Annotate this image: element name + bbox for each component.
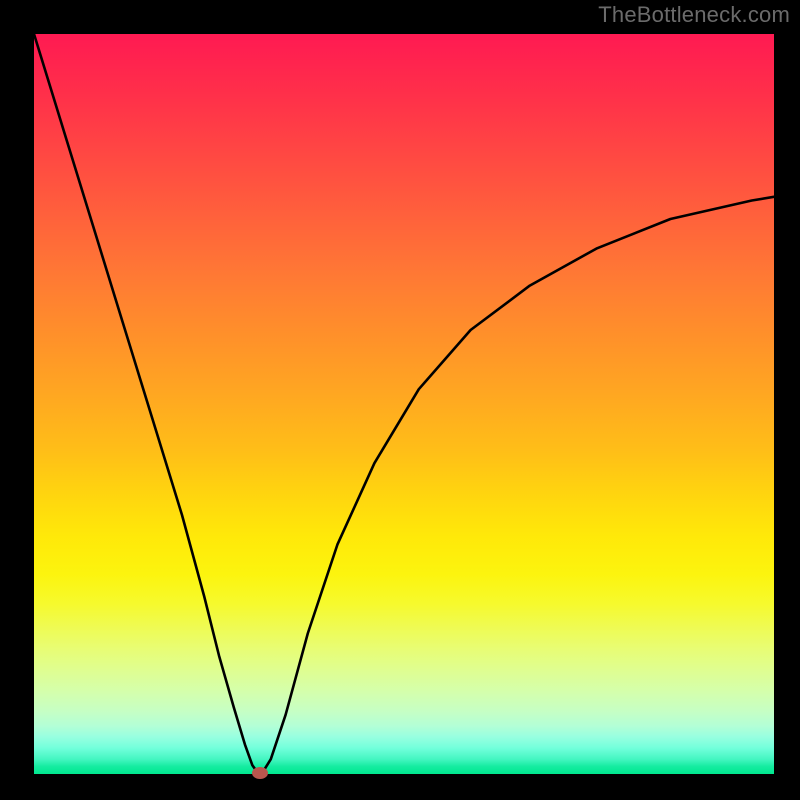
bottleneck-curve (34, 34, 774, 773)
curve-svg (34, 34, 774, 774)
watermark-text: TheBottleneck.com (598, 2, 790, 28)
chart-frame: TheBottleneck.com (0, 0, 800, 800)
plot-area (34, 34, 774, 774)
minimum-marker (252, 767, 268, 779)
